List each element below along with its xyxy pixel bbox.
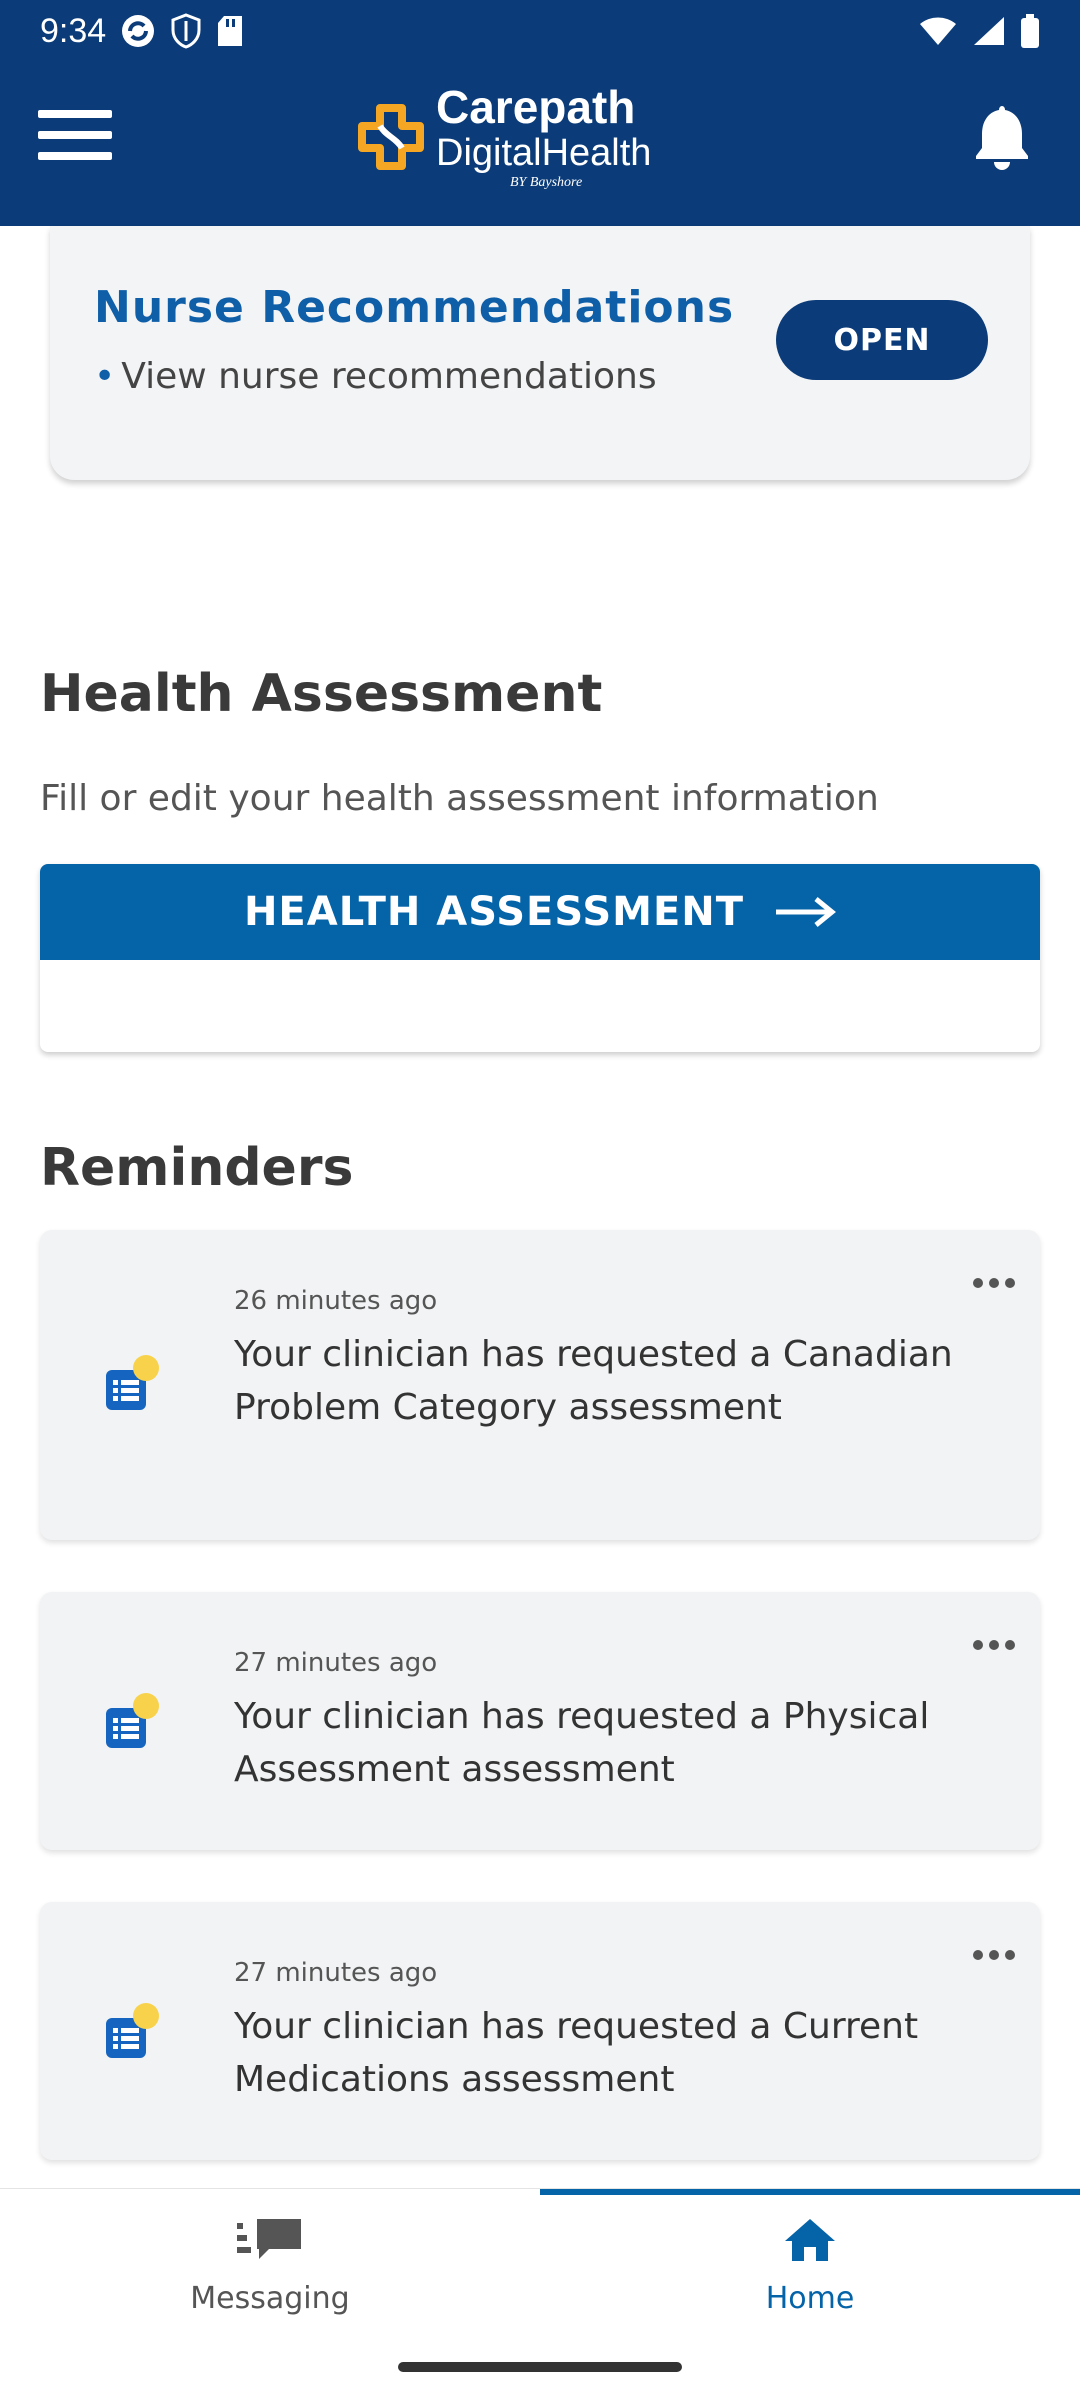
nav-home[interactable]: Home [540,2189,1080,2349]
open-button[interactable]: OPEN [776,300,988,380]
nav-home-label: Home [765,2281,855,2316]
reminder-message: Your clinician has requested a Current M… [234,2006,919,2100]
health-assessment-button[interactable]: HEALTH ASSESSMENT [40,864,1040,960]
bullet-icon: • [94,356,116,397]
nurse-recommendations-subtitle: View nurse recommendations [121,356,657,397]
reminder-time: 27 minutes ago [234,1648,438,1678]
reminder-card[interactable]: 27 minutes ago Your clinician has reques… [40,1592,1040,1850]
more-options-icon[interactable] [962,1630,1026,1660]
carepath-cross-icon [358,104,424,170]
reminder-time: 26 minutes ago [234,1286,438,1316]
nav-messaging[interactable]: Messaging [0,2189,540,2349]
health-assessment-panel: HEALTH ASSESSMENT [40,864,1040,1052]
nurse-recommendations-item: • View nurse recommendations [94,356,657,397]
app-header: Carepath DigitalHealth BY Bayshore [0,62,1080,226]
wifi-icon [920,17,956,45]
assessment-list-icon [106,2003,159,2058]
notification-bell-icon[interactable] [970,102,1034,172]
reminder-time: 27 minutes ago [234,1958,438,1988]
health-assessment-description: Fill or edit your health assessment info… [40,778,879,819]
health-assessment-button-label: HEALTH ASSESSMENT [243,889,745,935]
health-assessment-heading: Health Assessment [40,664,603,724]
hamburger-icon-bar [38,131,112,139]
hamburger-icon-bar [38,152,112,160]
reminder-message: Your clinician has requested a Canadian … [234,1334,953,1428]
nav-messaging-label: Messaging [190,2281,350,2316]
sd-card-icon [218,16,243,46]
logo-title: Carepath [436,81,636,133]
reminder-card[interactable]: 27 minutes ago Your clinician has reques… [40,1902,1040,2160]
logo-byline: BY Bayshore [510,175,583,190]
gesture-home-indicator[interactable] [398,2362,682,2372]
home-icon [785,2219,835,2261]
more-options-icon[interactable] [962,1940,1026,1970]
more-options-icon[interactable] [962,1268,1026,1298]
assessment-list-icon [106,1693,159,1748]
messaging-icon [237,2219,301,2259]
nurse-recommendations-title: Nurse Recommendations [94,282,735,333]
shield-icon [171,13,201,49]
arrow-right-icon [776,897,837,927]
reminders-heading: Reminders [40,1138,354,1198]
app-logo: Carepath DigitalHealth BY Bayshore [356,84,651,190]
menu-button[interactable] [38,110,112,166]
status-bar: 9:34 [0,0,1080,62]
logo-subtitle: DigitalHealth [436,132,652,174]
assessment-list-icon [106,1355,159,1410]
status-time: 9:34 [40,11,107,50]
reminder-card[interactable]: 26 minutes ago Your clinician has reques… [40,1230,1040,1540]
nurse-recommendations-card: Nurse Recommendations • View nurse recomm… [50,226,1030,480]
sync-icon [122,15,155,47]
battery-icon [1021,14,1039,48]
signal-icon [974,17,1004,45]
hamburger-icon-bar [38,110,112,118]
reminder-message: Your clinician has requested a Physical … [234,1696,930,1790]
